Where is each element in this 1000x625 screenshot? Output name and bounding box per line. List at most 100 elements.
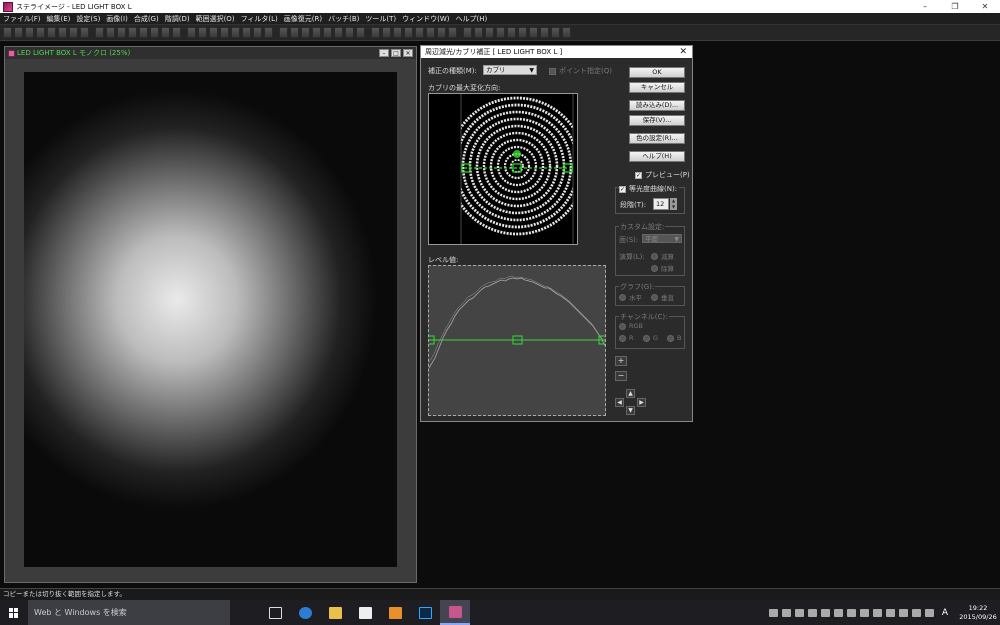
channel-rgb-radio[interactable]: RGB bbox=[619, 322, 643, 330]
tool-icon[interactable] bbox=[47, 27, 56, 38]
tool-icon[interactable] bbox=[290, 27, 299, 38]
app-tray-icon[interactable] bbox=[820, 608, 830, 617]
remove-point-button[interactable]: − bbox=[615, 371, 627, 381]
media-button[interactable] bbox=[380, 600, 410, 625]
tool-icon[interactable] bbox=[279, 27, 288, 38]
wifi-icon[interactable] bbox=[898, 608, 908, 617]
ime-indicator[interactable]: A bbox=[942, 608, 948, 618]
arrow-up-icon[interactable]: ▲ bbox=[626, 389, 635, 398]
tool-icon[interactable] bbox=[3, 27, 12, 38]
tool-icon[interactable] bbox=[312, 27, 321, 38]
tool-icon[interactable] bbox=[404, 27, 413, 38]
tool-icon[interactable] bbox=[415, 27, 424, 38]
load-button[interactable]: 読み込み(D)... bbox=[629, 100, 685, 111]
tool-icon[interactable] bbox=[540, 27, 549, 38]
tool-icon[interactable] bbox=[474, 27, 483, 38]
tool-icon[interactable] bbox=[485, 27, 494, 38]
tool-icon[interactable] bbox=[150, 27, 159, 38]
menu-restore[interactable]: 画像復元(R) bbox=[284, 14, 322, 24]
image-canvas[interactable] bbox=[24, 72, 397, 567]
correction-type-select[interactable]: カブリ ▼ bbox=[483, 65, 537, 75]
app-tray-icon[interactable] bbox=[833, 608, 843, 617]
tray-chevron-icon[interactable] bbox=[768, 608, 778, 617]
channel-b-radio[interactable]: B bbox=[667, 334, 681, 342]
arrow-left-icon[interactable]: ◀ bbox=[615, 398, 624, 407]
close-button[interactable]: ✕ bbox=[970, 0, 1000, 13]
edge-button[interactable] bbox=[290, 600, 320, 625]
explorer-button[interactable] bbox=[320, 600, 350, 625]
tool-icon[interactable] bbox=[14, 27, 23, 38]
image-maximize-button[interactable]: □ bbox=[391, 49, 401, 57]
menu-help[interactable]: ヘルプ(H) bbox=[456, 14, 488, 24]
calc-divide-radio[interactable]: 除算 bbox=[651, 263, 674, 273]
help-button[interactable]: ヘルプ(H) bbox=[629, 151, 685, 162]
surface-select[interactable]: 平面 ▼ bbox=[642, 234, 682, 243]
cloud-icon[interactable] bbox=[781, 608, 791, 617]
image-close-button[interactable]: ✕ bbox=[403, 49, 413, 57]
bluetooth-icon[interactable] bbox=[807, 608, 817, 617]
image-minimize-button[interactable]: – bbox=[379, 49, 389, 57]
tool-icon[interactable] bbox=[106, 27, 115, 38]
tool-icon[interactable] bbox=[345, 27, 354, 38]
photoshop-button[interactable] bbox=[410, 600, 440, 625]
stellaimage-button[interactable] bbox=[440, 600, 470, 625]
minimize-button[interactable]: – bbox=[910, 0, 940, 13]
tool-icon[interactable] bbox=[426, 27, 435, 38]
app-tray-icon[interactable] bbox=[859, 608, 869, 617]
network-icon[interactable] bbox=[794, 608, 804, 617]
tool-icon[interactable] bbox=[58, 27, 67, 38]
app-tray-icon[interactable] bbox=[872, 608, 882, 617]
tool-icon[interactable] bbox=[507, 27, 516, 38]
tool-icon[interactable] bbox=[117, 27, 126, 38]
tool-icon[interactable] bbox=[198, 27, 207, 38]
tool-icon[interactable] bbox=[172, 27, 181, 38]
fog-direction-preview[interactable] bbox=[428, 93, 578, 245]
tool-icon[interactable] bbox=[463, 27, 472, 38]
menu-filter[interactable]: フィルタ(L) bbox=[241, 14, 278, 24]
menu-levels[interactable]: 階調(D) bbox=[165, 14, 190, 24]
menu-selection[interactable]: 範囲選択(O) bbox=[196, 14, 235, 24]
menu-window[interactable]: ウィンドウ(W) bbox=[402, 14, 449, 24]
preview-checkbox[interactable]: ✓ プレビュー(P) bbox=[635, 170, 690, 180]
tool-icon[interactable] bbox=[209, 27, 218, 38]
tool-icon[interactable] bbox=[161, 27, 170, 38]
notification-icon[interactable] bbox=[924, 608, 934, 617]
store-button[interactable] bbox=[350, 600, 380, 625]
tool-icon[interactable] bbox=[551, 27, 560, 38]
tool-icon[interactable] bbox=[301, 27, 310, 38]
dialog-titlebar[interactable]: 周辺減光/カブリ補正 [ LED LIGHT BOX L ] bbox=[421, 46, 692, 58]
task-view-button[interactable] bbox=[260, 600, 290, 625]
clock[interactable]: 19:22 2015/09/26 bbox=[956, 604, 1000, 622]
tool-icon[interactable] bbox=[382, 27, 391, 38]
tool-icon[interactable] bbox=[80, 27, 89, 38]
tool-icon[interactable] bbox=[393, 27, 402, 38]
restore-button[interactable]: ❐ bbox=[940, 0, 970, 13]
tool-icon[interactable] bbox=[448, 27, 457, 38]
taskbar-search-box[interactable]: Web と Windows を検索 bbox=[28, 600, 230, 625]
app-tray-icon[interactable] bbox=[885, 608, 895, 617]
image-window[interactable]: LED LIGHT BOX L モノクロ (25%) – □ ✕ bbox=[4, 46, 417, 583]
tool-icon[interactable] bbox=[253, 27, 262, 38]
tool-icon[interactable] bbox=[242, 27, 251, 38]
contour-checkbox[interactable]: ✓ 等光度曲線(N): bbox=[619, 184, 680, 194]
add-point-button[interactable]: + bbox=[615, 356, 627, 366]
volume-icon[interactable] bbox=[911, 608, 921, 617]
tool-icon[interactable] bbox=[356, 27, 365, 38]
calc-subtract-radio[interactable]: 減算 bbox=[651, 251, 674, 261]
menu-edit[interactable]: 編集(E) bbox=[47, 14, 71, 24]
tool-icon[interactable] bbox=[128, 27, 137, 38]
graph-vertical-radio[interactable]: 垂直 bbox=[651, 292, 674, 302]
dialog-close-icon[interactable]: ✕ bbox=[679, 46, 687, 58]
menu-file[interactable]: ファイル(F) bbox=[3, 14, 41, 24]
tool-icon[interactable] bbox=[69, 27, 78, 38]
menu-image[interactable]: 画像(I) bbox=[106, 14, 128, 24]
image-window-titlebar[interactable]: LED LIGHT BOX L モノクロ (25%) bbox=[5, 47, 416, 59]
tool-icon[interactable] bbox=[529, 27, 538, 38]
steps-spinner-icon[interactable]: ▲ ▼ bbox=[670, 198, 677, 210]
tool-icon[interactable] bbox=[334, 27, 343, 38]
menu-batch[interactable]: バッチ(B) bbox=[328, 14, 359, 24]
graph-horizontal-radio[interactable]: 水平 bbox=[619, 292, 642, 302]
steps-input[interactable]: 12 bbox=[653, 198, 669, 210]
tool-icon[interactable] bbox=[139, 27, 148, 38]
arrow-down-icon[interactable]: ▼ bbox=[626, 406, 635, 415]
